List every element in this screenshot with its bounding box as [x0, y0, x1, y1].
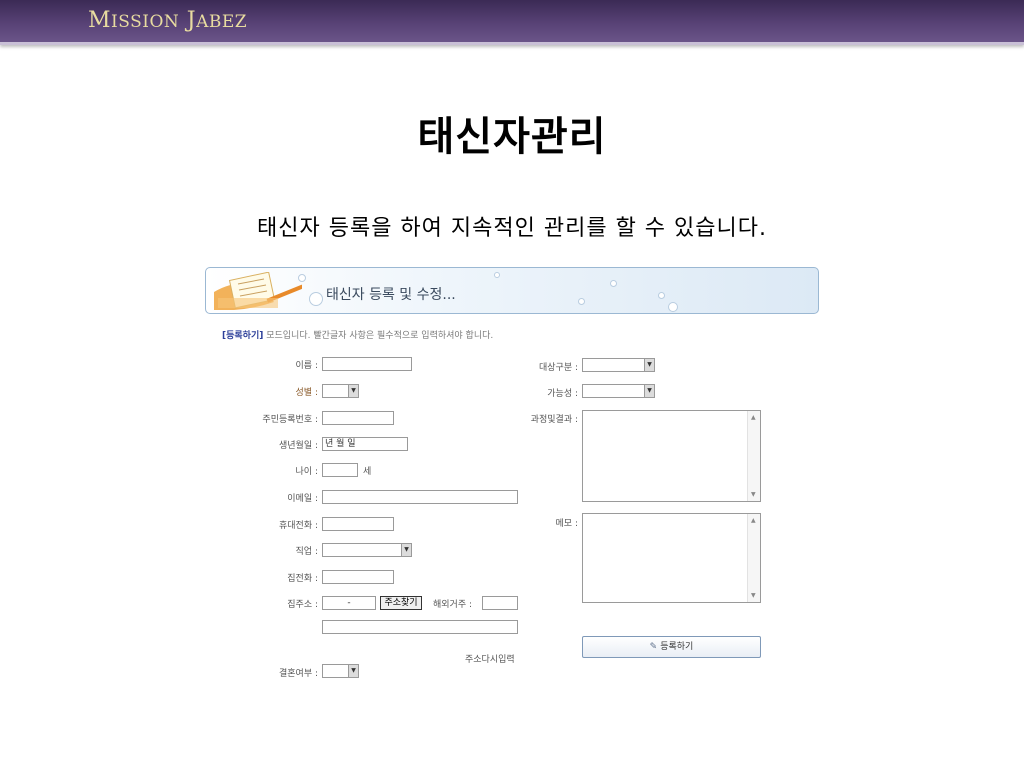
age-unit: 세 — [363, 467, 372, 477]
target-type-label: 대상구분 : — [538, 363, 578, 373]
brand-logo: MISSION JABEZ — [88, 8, 248, 33]
slide-subtitle: 태신자 등록을 하여 지속적인 관리를 할 수 있습니다. — [257, 216, 767, 241]
bubble-decoration — [309, 292, 323, 306]
scrollbar[interactable]: ▲ ▼ — [747, 514, 760, 602]
chevron-down-icon: ▼ — [348, 385, 358, 397]
possibility-label: 가능성 : — [547, 389, 578, 399]
resident-no-input[interactable] — [322, 411, 394, 425]
address-detail-input[interactable] — [322, 620, 518, 634]
gender-select[interactable]: ▼ — [322, 384, 359, 398]
marital-select[interactable]: ▼ — [322, 664, 359, 678]
form-notice: [등록하기] 모드입니다. 빨간글자 사항은 필수적으로 입력하셔야 합니다. — [222, 331, 494, 341]
bubble-decoration — [494, 272, 500, 278]
process-result-textarea[interactable]: ▲ ▼ — [582, 410, 761, 502]
chevron-down-icon: ▼ — [401, 544, 411, 556]
overseas-label: 해외거주 : — [433, 600, 473, 610]
edit-icon: ✎ — [649, 642, 658, 652]
scroll-down-icon: ▼ — [751, 592, 756, 599]
memo-label: 메모 : — [555, 519, 578, 529]
job-select[interactable]: ▼ — [322, 543, 412, 557]
email-input[interactable] — [322, 490, 518, 504]
home-phone-input[interactable] — [322, 570, 394, 584]
email-label: 이메일 : — [287, 494, 318, 504]
birthday-label: 생년월일 : — [278, 441, 318, 451]
bubble-decoration — [578, 298, 585, 305]
bubble-decoration — [298, 274, 306, 282]
bubble-decoration — [658, 292, 665, 299]
name-label: 이름 : — [295, 361, 318, 371]
zip-input[interactable]: - — [322, 596, 376, 610]
marital-label: 결혼여부 : — [278, 669, 318, 679]
mobile-label: 휴대전화 : — [278, 521, 318, 531]
chevron-down-icon: ▼ — [348, 665, 358, 677]
address-label: 집주소 : — [287, 600, 318, 610]
age-input[interactable] — [322, 463, 358, 477]
chevron-down-icon: ▼ — [644, 385, 654, 397]
target-type-select[interactable]: ▼ — [582, 358, 655, 372]
register-button[interactable]: ✎ 등록하기 — [582, 636, 761, 658]
resident-no-label: 주민등록번호 : — [262, 415, 318, 425]
top-bar: MISSION JABEZ — [0, 0, 1024, 45]
clipboard-icon — [214, 272, 302, 310]
scroll-down-icon: ▼ — [751, 491, 756, 498]
bubble-decoration — [668, 302, 678, 312]
chevron-down-icon: ▼ — [644, 359, 654, 371]
form-banner: 태신자 등록 및 수정... — [205, 267, 819, 314]
memo-textarea[interactable]: ▲ ▼ — [582, 513, 761, 603]
banner-title: 태신자 등록 및 수정... — [326, 287, 456, 303]
form-screenshot: 태신자 등록 및 수정... [등록하기] 모드입니다. 빨간글자 사항은 필수… — [204, 266, 819, 696]
scroll-up-icon: ▲ — [751, 517, 756, 524]
job-label: 직업 : — [295, 547, 318, 557]
gender-label: 성별 : — [295, 388, 318, 398]
scrollbar[interactable]: ▲ ▼ — [747, 411, 760, 501]
mobile-input[interactable] — [322, 517, 394, 531]
scroll-up-icon: ▲ — [751, 414, 756, 421]
age-label: 나이 : — [295, 467, 318, 477]
find-address-button[interactable]: 주소찾기 — [380, 596, 422, 610]
birthday-input[interactable]: 년 월 일 — [322, 437, 408, 451]
process-result-label: 과정및결과 : — [530, 415, 578, 425]
home-phone-label: 집전화 : — [287, 574, 318, 584]
overseas-input[interactable] — [482, 596, 518, 610]
bubble-decoration — [610, 280, 617, 287]
slide-title: 태신자관리 — [417, 114, 607, 160]
name-input[interactable] — [322, 357, 412, 371]
possibility-select[interactable]: ▼ — [582, 384, 655, 398]
reenter-address-link[interactable]: 주소다시입력 — [465, 652, 515, 665]
